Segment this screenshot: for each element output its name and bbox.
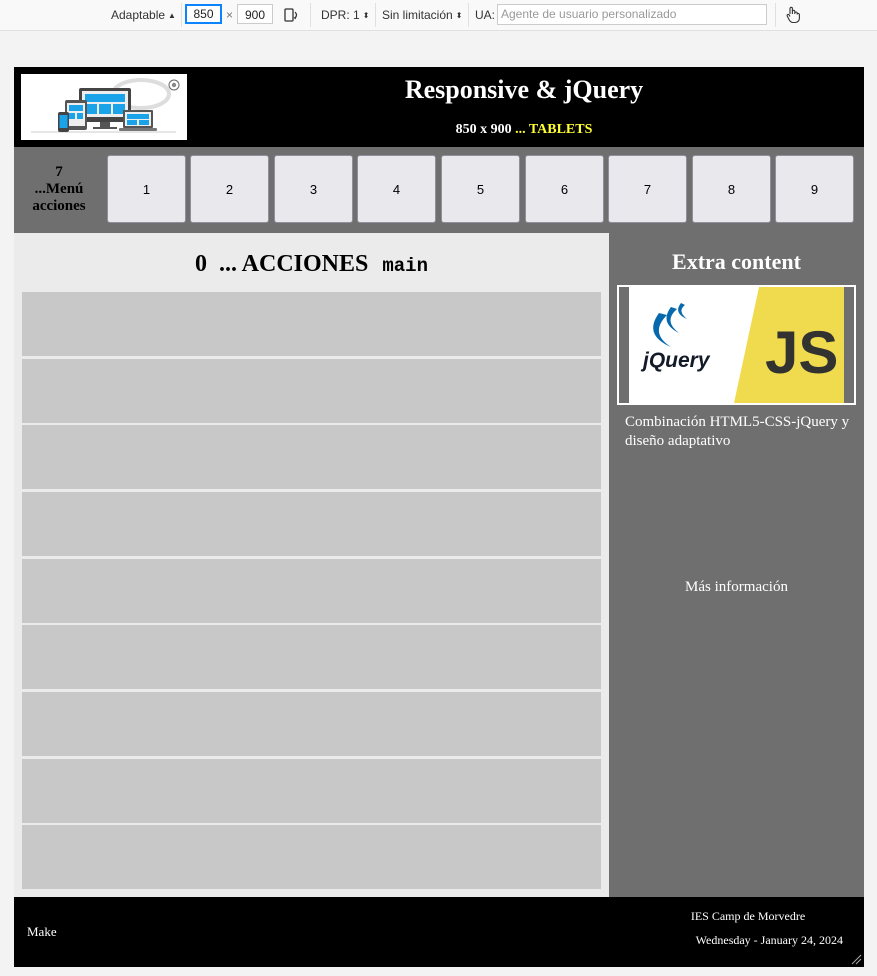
chevron-updown-icon: ▲ <box>168 10 176 20</box>
viewport-size: 850 x 900 <box>455 122 512 137</box>
main-tag-label: main <box>382 255 428 277</box>
divider <box>310 3 311 27</box>
action-row <box>22 825 601 889</box>
divider <box>468 3 469 27</box>
chevron-updown-icon: ⬍ <box>362 10 370 20</box>
action-row <box>22 692 601 756</box>
throttle-selector[interactable]: Sin limitación ⬍ <box>382 0 462 30</box>
action-row <box>22 759 601 823</box>
menu-button-7[interactable]: 7 <box>608 155 687 223</box>
device-type: ... TABLETS <box>515 122 593 137</box>
ua-input[interactable]: Agente de usuario personalizado <box>497 4 767 25</box>
rotate-button[interactable] <box>283 0 299 30</box>
throttle-label: Sin limitación <box>382 8 453 22</box>
action-row <box>22 625 601 689</box>
viewport-info: 850 x 900 ... TABLETS <box>194 122 854 138</box>
menu-button-8[interactable]: 8 <box>692 155 771 223</box>
menu-button-6[interactable]: 6 <box>525 155 604 223</box>
resize-handle-icon[interactable] <box>850 953 862 965</box>
footer-date: Wednesday - January 24, 2024 <box>695 933 843 947</box>
footer-make: Make <box>27 924 57 939</box>
menu-label: 7 ...Menú acciones <box>20 164 98 215</box>
menu-button-2[interactable]: 2 <box>190 155 269 223</box>
menu-label-line1: ...Menú <box>34 181 84 197</box>
divider <box>775 3 776 27</box>
hand-pointer-icon <box>786 6 800 24</box>
responsive-devices-logo <box>31 78 180 133</box>
menu-button-1[interactable]: 1 <box>107 155 186 223</box>
divider <box>375 3 376 27</box>
action-row <box>22 425 601 489</box>
height-input[interactable]: 900 <box>237 4 273 24</box>
jquery-js-illustration: jQuery JS <box>629 287 844 403</box>
page-header: Responsive & jQuery 850 x 900 ... TABLET… <box>14 67 864 147</box>
touch-simulation-button[interactable] <box>785 0 801 30</box>
devtools-toolbar: Adaptable ▲ 850 × 900 DPR: 1 ⬍ Sin limit… <box>0 0 877 31</box>
times-sign: × <box>226 8 234 22</box>
menu-button-9[interactable]: 9 <box>775 155 854 223</box>
divider <box>181 3 182 27</box>
action-row <box>22 492 601 556</box>
action-row <box>22 359 601 423</box>
menu-count: 7 <box>55 164 63 180</box>
extra-content: Extra content jQuery JS Combinación HTML… <box>609 233 864 897</box>
device-selector-label: Adaptable <box>111 8 166 22</box>
aside-description: Combinación HTML5-CSS-jQuery y diseño ad… <box>625 414 850 449</box>
menu-label-line2: acciones <box>32 198 86 214</box>
page-footer: Make IES Camp de Morvedre Wednesday - Ja… <box>14 897 864 967</box>
main-content: 0 ... ACCIONES main <box>14 233 609 897</box>
menu-button-5[interactable]: 5 <box>441 155 520 223</box>
emulated-page: Responsive & jQuery 850 x 900 ... TABLET… <box>14 67 864 967</box>
logo <box>19 72 189 142</box>
chevron-updown-icon: ⬍ <box>455 10 463 20</box>
dpr-label: DPR: 1 <box>321 8 360 22</box>
rotate-icon <box>284 8 298 22</box>
menu-button-3[interactable]: 3 <box>274 155 353 223</box>
main-heading: 0 ... ACCIONES main <box>14 251 609 278</box>
more-info-link[interactable]: Más información <box>609 579 864 596</box>
actions-count: 0 <box>195 251 207 277</box>
aside-title: Extra content <box>672 249 801 274</box>
dpr-selector[interactable]: DPR: 1 ⬍ <box>321 0 369 30</box>
page-title: Responsive & jQuery <box>404 75 644 104</box>
actions-heading: ... ACCIONES <box>219 251 369 277</box>
ua-label: UA: <box>475 8 496 22</box>
menu-button-4[interactable]: 4 <box>357 155 436 223</box>
footer-school: IES Camp de Morvedre <box>690 909 806 923</box>
width-input[interactable]: 850 <box>185 4 222 24</box>
action-row <box>22 292 601 356</box>
js-wordmark: JS <box>765 319 838 386</box>
jquery-wordmark: jQuery <box>640 349 711 372</box>
jquery-js-image: jQuery JS <box>617 285 856 405</box>
action-row <box>22 559 601 623</box>
actions-menu: 7 ...Menú acciones 1 2 3 4 5 6 7 8 9 <box>14 147 864 233</box>
device-selector[interactable]: Adaptable ▲ <box>111 0 176 30</box>
